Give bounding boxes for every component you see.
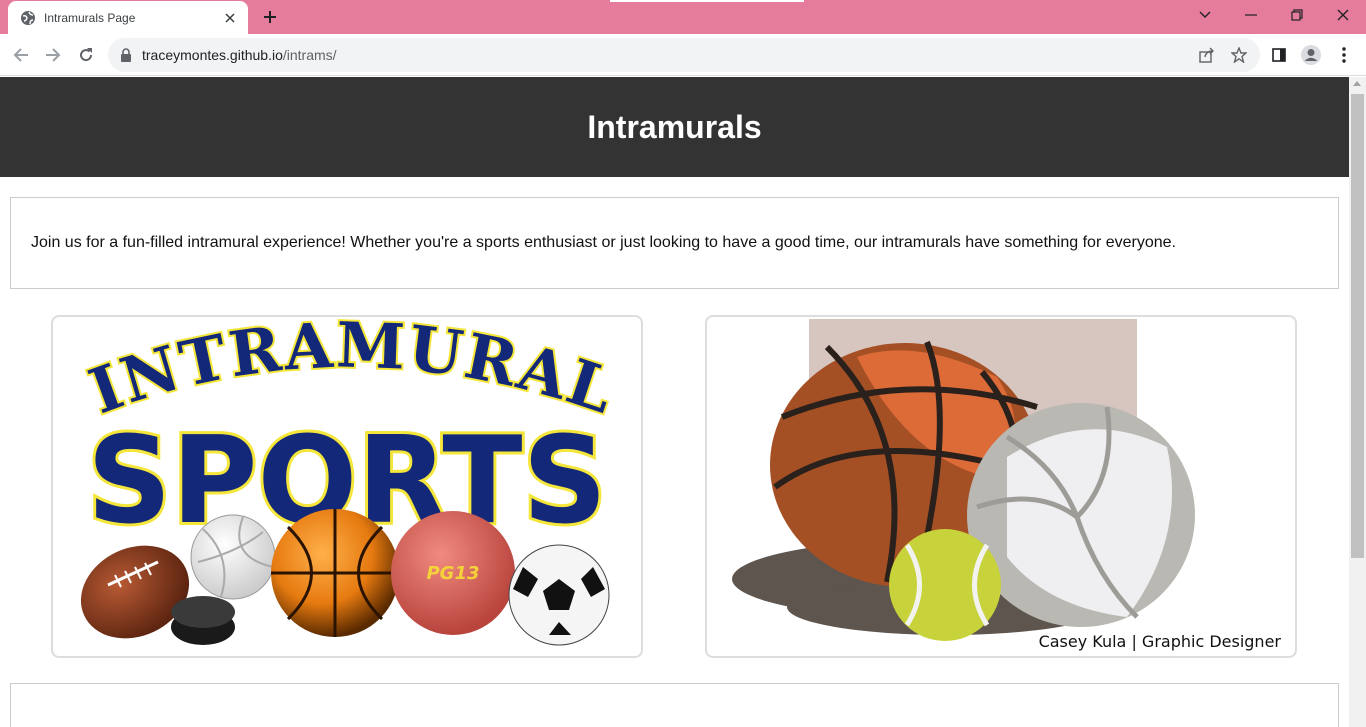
url-host: traceymontes.github.io bbox=[142, 47, 283, 63]
basketball bbox=[271, 509, 399, 637]
close-window-icon[interactable] bbox=[1320, 0, 1366, 30]
address-bar[interactable]: traceymontes.github.io/intrams/ bbox=[108, 38, 1260, 72]
hockey-puck bbox=[171, 596, 235, 645]
url-path: /intrams/ bbox=[282, 47, 337, 63]
browser-toolbar: traceymontes.github.io/intrams/ bbox=[0, 34, 1366, 76]
scroll-up-arrow-icon[interactable] bbox=[1353, 81, 1361, 86]
minimize-icon[interactable] bbox=[1228, 0, 1274, 30]
back-arrow-icon[interactable] bbox=[6, 40, 36, 70]
globe-icon bbox=[20, 10, 36, 26]
side-panel-icon[interactable] bbox=[1268, 44, 1290, 66]
scrollbar-thumb[interactable] bbox=[1351, 94, 1364, 558]
tab-strip-highlight bbox=[610, 0, 804, 2]
bookmark-star-icon[interactable] bbox=[1230, 46, 1248, 64]
playground-ball: PG13 bbox=[391, 511, 515, 635]
sports-balls-illustration: Casey Kula | Graphic Designer bbox=[732, 319, 1282, 651]
browser-menu-icon[interactable] bbox=[1333, 44, 1355, 66]
volleyball bbox=[190, 514, 276, 600]
share-icon[interactable] bbox=[1198, 46, 1216, 64]
tab-strip: Intramurals Page bbox=[0, 0, 1366, 34]
page-scrollbar[interactable] bbox=[1349, 77, 1366, 727]
url-text[interactable]: traceymontes.github.io/intrams/ bbox=[142, 47, 337, 63]
next-section bbox=[10, 683, 1339, 727]
browser-tab[interactable]: Intramurals Page bbox=[8, 1, 248, 34]
tab-search-icon[interactable] bbox=[1182, 0, 1228, 30]
forward-arrow-icon[interactable] bbox=[38, 40, 68, 70]
intro-text: Join us for a fun-filled intramural expe… bbox=[31, 234, 1176, 251]
page-title: Intramurals bbox=[587, 108, 762, 145]
ball-label: PG13 bbox=[426, 563, 479, 584]
tab-title: Intramurals Page bbox=[44, 10, 136, 25]
tab-close-icon[interactable] bbox=[222, 10, 238, 26]
site-header: Intramurals bbox=[0, 77, 1349, 177]
image-credit: Casey Kula | Graphic Designer bbox=[1039, 632, 1282, 651]
volleyball-illustration bbox=[967, 403, 1195, 627]
tennis-ball-illustration bbox=[889, 529, 1001, 641]
restore-icon[interactable] bbox=[1274, 0, 1320, 30]
new-tab-button[interactable] bbox=[258, 6, 282, 28]
soccer-ball bbox=[508, 544, 610, 646]
sports-balls-image-card: Casey Kula | Graphic Designer bbox=[705, 315, 1297, 658]
profile-avatar-icon[interactable] bbox=[1300, 44, 1322, 66]
intramural-sports-image-card: INTRAMURAL SPORTS PG13 bbox=[51, 315, 643, 658]
reload-icon[interactable] bbox=[71, 40, 101, 70]
page-viewport: Intramurals Join us for a fun-filled int… bbox=[0, 77, 1349, 727]
intramural-sports-graphic: INTRAMURAL SPORTS PG13 bbox=[78, 317, 624, 646]
lock-icon[interactable] bbox=[120, 48, 134, 62]
intro-section: Join us for a fun-filled intramural expe… bbox=[10, 197, 1339, 289]
